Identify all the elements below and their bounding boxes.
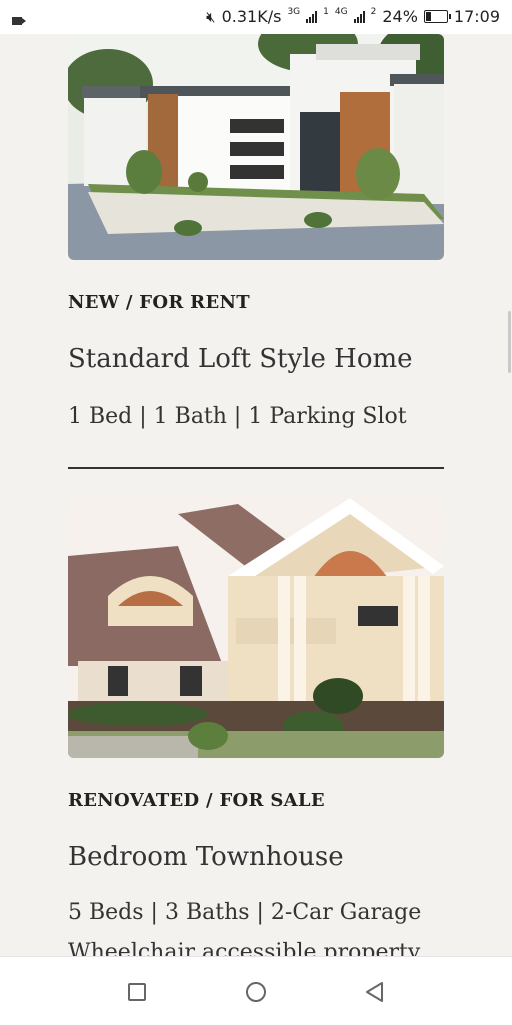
listing-specs: 5 Beds | 3 Baths | 2-Car Garage (68, 900, 422, 925)
modern-bungalow-photo[interactable] (68, 34, 444, 260)
home-button[interactable] (243, 979, 269, 1005)
battery-icon (423, 10, 451, 23)
listing-title[interactable]: Bedroom Townhouse (68, 842, 344, 872)
two-storey-townhouse-photo[interactable] (68, 496, 444, 758)
square-icon (128, 983, 146, 1001)
listing-specs: 1 Bed | 1 Bath | 1 Parking Slot (68, 404, 407, 429)
listing-tag: NEW / FOR RENT (68, 292, 250, 313)
divider (68, 467, 444, 469)
listing-tag: RENOVATED / FOR SALE (68, 790, 325, 811)
video-recording-icon (12, 17, 26, 25)
circle-icon (246, 982, 266, 1002)
sim-2-label: 2 (370, 6, 377, 17)
network-type-1: 3G (287, 6, 301, 17)
recent-apps-button[interactable] (124, 979, 150, 1005)
triangle-back-icon (366, 982, 383, 1002)
network-type-2: 4G (334, 6, 348, 17)
signal-2-icon (353, 10, 365, 23)
sim-1-label: 1 (323, 6, 329, 17)
network-speed: 0.31K/s (221, 7, 282, 26)
mute-icon: 🔇︎ (206, 7, 216, 26)
signal-1-icon (306, 10, 318, 23)
battery-percent: 24% (382, 7, 418, 26)
listing-title[interactable]: Standard Loft Style Home (68, 344, 413, 374)
back-button[interactable] (362, 979, 388, 1005)
scrollbar[interactable] (508, 311, 511, 373)
listing-accessibility: Wheelchair accessible property (68, 940, 421, 956)
status-bar: 🔇︎ 0.31K/s 3G 1 4G 2 24% 17:09 (0, 0, 512, 34)
listings-page[interactable]: NEW / FOR RENT Standard Loft Style Home … (0, 34, 512, 956)
navigation-bar (0, 956, 512, 1025)
clock: 17:09 (453, 7, 500, 26)
